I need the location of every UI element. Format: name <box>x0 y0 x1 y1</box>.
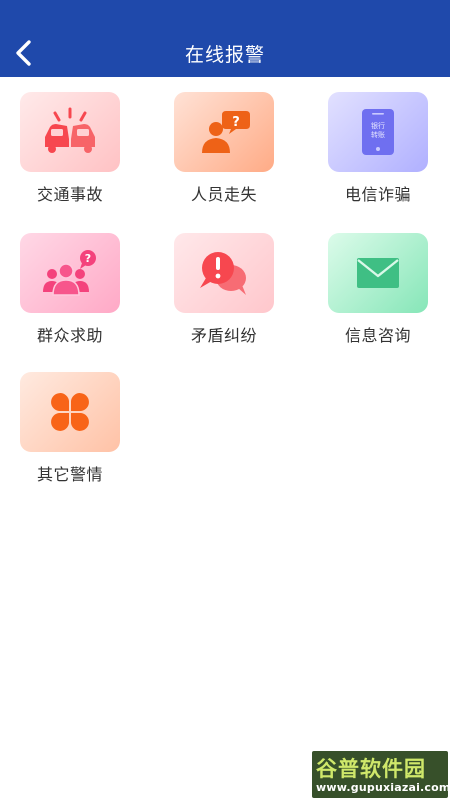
dispute-bubbles-icon <box>200 252 246 295</box>
svg-text:银行: 银行 <box>371 121 385 130</box>
watermark-brand: 谷普软件园 <box>316 757 426 781</box>
page-title: 在线报警 <box>184 44 265 66</box>
group-help-icon: ? <box>43 250 96 296</box>
app-header: 在线报警 <box>0 0 450 77</box>
telecom-fraud-icon-box: 银行 转账 <box>328 92 428 172</box>
svg-text:?: ? <box>85 252 91 265</box>
information-inquiry-icon-box <box>328 233 428 313</box>
car-crash-icon <box>45 107 95 153</box>
phone-fraud-icon: 银行 转账 <box>362 109 394 155</box>
tile-public-help[interactable]: ? 群众求助 <box>10 233 130 346</box>
tile-label: 群众求助 <box>36 326 103 345</box>
svg-text:转账: 转账 <box>371 130 385 139</box>
tile-other-incidents[interactable]: 其它警情 <box>10 372 130 485</box>
tile-label: 矛盾纠纷 <box>190 326 257 345</box>
tile-missing-person[interactable]: ? 人员走失 <box>164 92 284 205</box>
svg-text:?: ? <box>232 115 240 130</box>
missing-person-icon-box: ? <box>174 92 274 172</box>
tile-traffic-accident[interactable]: 交通事故 <box>10 92 130 205</box>
watermark-url: www.gupuxiazai.com <box>316 781 448 794</box>
missing-person-icon: ? <box>202 111 250 153</box>
tile-label: 信息咨询 <box>344 326 411 345</box>
tile-label: 人员走失 <box>190 185 257 204</box>
other-incidents-icon-box <box>20 372 120 452</box>
traffic-accident-icon-box <box>20 92 120 172</box>
tile-dispute[interactable]: 矛盾纠纷 <box>164 233 284 346</box>
clover-icon <box>51 393 89 431</box>
tile-label: 交通事故 <box>36 185 103 204</box>
public-help-icon-box: ? <box>20 233 120 313</box>
watermark-logo: 谷普软件园 www.gupuxiazai.com <box>312 751 448 798</box>
envelope-icon <box>357 258 399 288</box>
tile-telecom-fraud[interactable]: 银行 转账 电信诈骗 <box>318 92 438 205</box>
tile-label: 其它警情 <box>36 465 103 484</box>
tile-label: 电信诈骗 <box>344 185 411 204</box>
dispute-icon-box <box>174 233 274 313</box>
tile-information-inquiry[interactable]: 信息咨询 <box>318 233 438 346</box>
